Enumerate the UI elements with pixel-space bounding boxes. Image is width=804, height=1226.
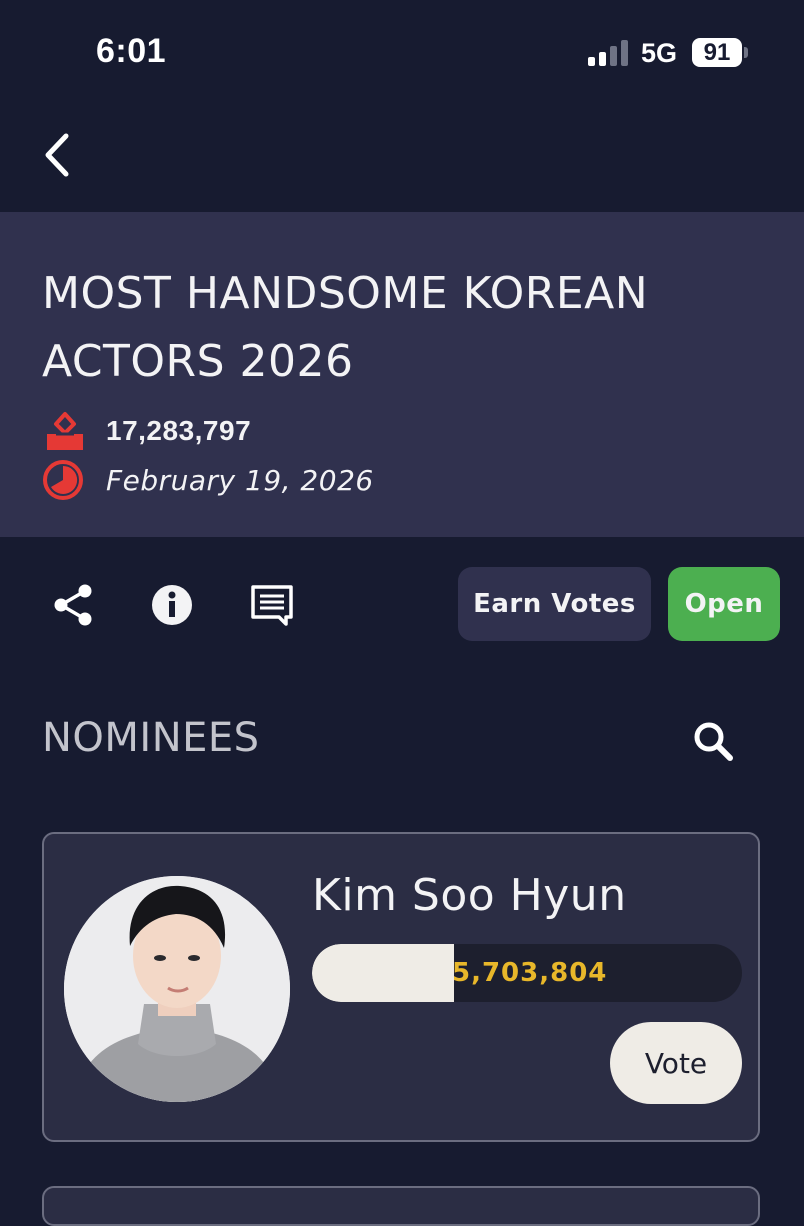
status-bar: 6:01 5G 91 — [0, 0, 804, 110]
status-time: 6:01 — [96, 32, 167, 70]
search-icon[interactable] — [692, 720, 734, 762]
poll-title: MOST HANDSOME KOREAN ACTORS 2026 — [42, 268, 649, 387]
end-date-row: February 19, 2026 — [42, 459, 374, 501]
vote-button[interactable]: Vote — [610, 1022, 742, 1104]
ballot-box-icon — [47, 412, 83, 450]
vote-progress-bar: 5,703,804 — [312, 944, 742, 1002]
nominee-photo — [64, 876, 290, 1102]
network-label: 5G — [641, 38, 678, 68]
clock-icon — [43, 460, 83, 500]
chevron-left-icon — [45, 133, 69, 177]
comments-icon[interactable] — [250, 584, 294, 626]
nominee-card-next — [42, 1186, 760, 1226]
nominee-avatar — [64, 876, 290, 1102]
back-button[interactable] — [34, 128, 84, 182]
battery-cap — [744, 47, 748, 58]
nominee-name: Kim Soo Hyun — [312, 870, 627, 921]
signal-icon — [588, 40, 630, 66]
total-votes-row: 17,283,797 — [42, 410, 251, 452]
nominee-card: Kim Soo Hyun 5,703,804 Vote — [42, 832, 760, 1142]
nominees-heading: NOMINEES — [42, 715, 260, 761]
nominee-vote-count: 5,703,804 — [452, 958, 608, 988]
poll-status-button[interactable]: Open — [668, 567, 780, 641]
end-date: February 19, 2026 — [106, 463, 374, 497]
info-icon[interactable] — [151, 584, 193, 626]
total-votes: 17,283,797 — [106, 415, 252, 446]
share-icon[interactable] — [52, 583, 94, 627]
vote-progress-fill — [312, 944, 454, 1002]
earn-votes-button[interactable]: Earn Votes — [458, 567, 651, 641]
battery-icon: 91 — [692, 38, 742, 67]
poll-header: MOST HANDSOME KOREAN ACTORS 2026 17,283,… — [0, 212, 804, 537]
